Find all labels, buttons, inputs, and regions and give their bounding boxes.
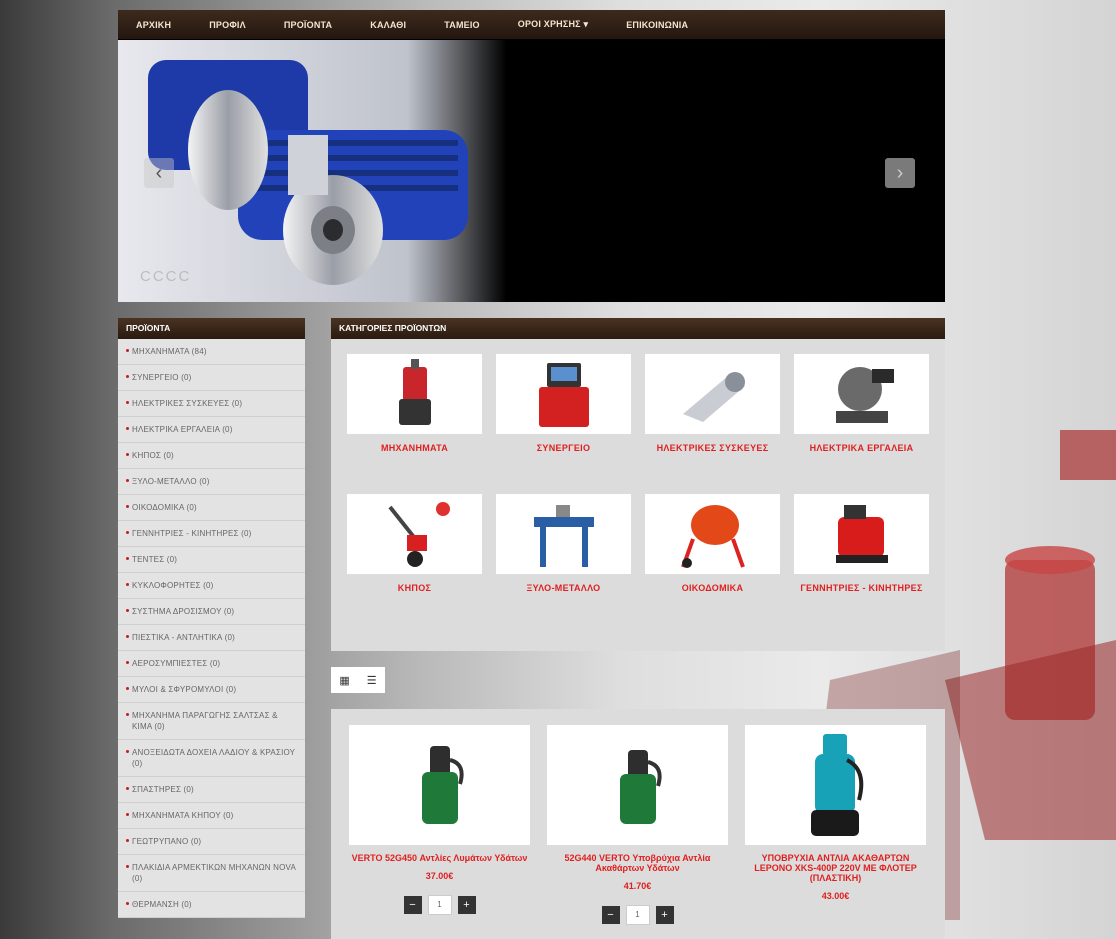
qty-input[interactable]: 1 (427, 895, 452, 915)
qty-plus-button[interactable]: + (457, 896, 476, 914)
category-label: ΗΛΕΚΤΡΙΚΕΣ ΣΥΣΚΕΥΕΣ (656, 443, 769, 453)
category-label: ΗΛΕΚΤΡΙΚΑ ΕΡΓΑΛΕΙΑ (809, 443, 914, 453)
sidebar-item[interactable]: ΑΕΡΟΣΥΜΠΙΕΣΤΕΣ (0) (118, 651, 305, 677)
sidebar-item[interactable]: ΘΕΡΜΑΝΣΗ (0) (118, 892, 305, 918)
sidebar-item[interactable]: ΗΛΕΚΤΡΙΚΑ ΕΡΓΑΛΕΙΑ (0) (118, 417, 305, 443)
sidebar-item[interactable]: ΓΕΩΤΡΥΠΑΝΟ (0) (118, 829, 305, 855)
slider-next-button[interactable]: › (885, 158, 915, 188)
background-pump-graphic (945, 430, 1116, 840)
slider-prev-button[interactable]: ‹ (144, 158, 174, 188)
quantity-stepper: − 1 + (349, 895, 530, 915)
nav-cart[interactable]: ΚΑΛΑΘΙ (370, 20, 406, 30)
category-card-machinery[interactable]: ΜΗΧΑΝΗΜΑΤΑ (347, 354, 482, 454)
category-label: ΟΙΚΟΔΟΜΙΚΑ (681, 583, 744, 593)
sidebar-item[interactable]: ΚΥΚΛΟΦΟΡΗΤΕΣ (0) (118, 573, 305, 599)
sidebar-item[interactable]: ΚΗΠΟΣ (0) (118, 443, 305, 469)
product-price: 37.00€ (425, 871, 454, 881)
category-card-electric-appliances[interactable]: ΗΛΕΚΤΡΙΚΕΣ ΣΥΣΚΕΥΕΣ (645, 354, 780, 454)
nav-profile[interactable]: ΠΡΟΦΙΛ (209, 20, 246, 30)
submersible-pump-icon (421, 746, 464, 824)
main-nav: ΑΡΧΙΚΗ ΠΡΟΦΙΛ ΠΡΟΪΟΝΤΑ ΚΑΛΑΘΙ ΤΑΜΕΙΟ ΟΡΟ… (118, 10, 945, 40)
product-card[interactable]: VERTO 52G450 Αντλίες Λυμάτων Υδάτων 37.0… (349, 725, 530, 915)
sidebar-item[interactable]: ΠΙΕΣΤΙΚΑ - ΑΝΤΛΗΤΙΚΑ (0) (118, 625, 305, 651)
nav-contact[interactable]: ΕΠΙΚΟΙΝΩΝΙΑ (626, 20, 688, 30)
sidebar-item[interactable]: ΞΥΛΟ-ΜΕΤΑΛΛΟ (0) (118, 469, 305, 495)
sidebar-item[interactable]: ΜΗΧΑΝΗΜΑΤΑ ΚΗΠΟΥ (0) (118, 803, 305, 829)
categories-title: ΚΑΤΗΓΟΡΙΕΣ ΠΡΟΪΟΝΤΩΝ (331, 318, 945, 339)
product-name[interactable]: ΥΠΟΒΡΥΧΙΑ ΑΝΤΛΙΑ ΑΚΑΘΑΡΤΩΝ LEPONO XKS-40… (745, 853, 926, 883)
view-toggle: ▦ ☰ (331, 667, 385, 693)
categories-grid: ΜΗΧΑΝΗΜΑΤΑ ΣΥΝΕΡΓΕΙΟ ΗΛΕΚΤΡΙΚΕΣ ΣΥΣΚΕΥΕΣ… (331, 339, 945, 651)
category-card-construction[interactable]: ΟΙΚΟΔΟΜΙΚΑ (645, 494, 780, 594)
hero-slider: CCCC ‹ › (118, 40, 945, 302)
nav-products[interactable]: ΠΡΟΪΟΝΤΑ (284, 20, 332, 30)
sidebar-category-list: ΜΗΧΑΝΗΜΑΤΑ (84) ΣΥΝΕΡΓΕΙΟ (0) ΗΛΕΚΤΡΙΚΕΣ… (118, 339, 305, 918)
quantity-stepper: − 1 + (547, 905, 728, 925)
sidebar-item[interactable]: ΣΠΑΣΤΗΡΕΣ (0) (118, 777, 305, 803)
product-sidebar: ΠΡΟΪΟΝΤΑ ΜΗΧΑΝΗΜΑΤΑ (84) ΣΥΝΕΡΓΕΙΟ (0) Η… (118, 318, 305, 918)
sidebar-item[interactable]: ΣΥΣΤΗΜΑ ΔΡΟΣΙΣΜΟΥ (0) (118, 599, 305, 625)
nav-terms[interactable]: ΟΡΟΙ ΧΡΗΣΗΣ ▾ (518, 19, 588, 30)
wheel-balancer-icon (538, 363, 589, 427)
page-container: ΑΡΧΙΚΗ ΠΡΟΦΙΛ ΠΡΟΪΟΝΤΑ ΚΑΛΑΘΙ ΤΑΜΕΙΟ ΟΡΟ… (118, 10, 945, 939)
sidebar-item[interactable]: ΠΛΑΚΙΔΙΑ ΑΡΜΕΚΤΙΚΩΝ ΜΗΧΑΝΩΝ NOVA (0) (118, 855, 305, 892)
sidebar-item[interactable]: ΑΝΟΞΕΙΔΩΤΑ ΔΟΧΕΙΑ ΛΑΔΙΟΥ & ΚΡΑΣΙΟΥ (0) (118, 740, 305, 777)
category-card-electric-tools[interactable]: ΗΛΕΚΤΡΙΚΑ ΕΡΓΑΛΕΙΑ (794, 354, 929, 454)
cement-mixer-icon (680, 505, 745, 568)
sidebar-title: ΠΡΟΪΟΝΤΑ (118, 318, 305, 339)
product-card[interactable]: 52G440 VERTO Υποβρύχια Αντλία Ακαθάρτων … (547, 725, 728, 925)
sidebar-item[interactable]: ΜΗΧΑΝΗΜΑ ΠΑΡΑΓΩΓΗΣ ΣΑΛΤΣΑΣ & ΚΙΜΑ (0) (118, 703, 305, 740)
sidebar-item[interactable]: ΓΕΝΝΗΤΡΙΕΣ - ΚΙΝΗΤΗΡΕΣ (0) (118, 521, 305, 547)
category-card-generators-engines[interactable]: ΓΕΝΝΗΤΡΙΕΣ - ΚΙΝΗΤΗΡΕΣ (794, 494, 929, 594)
category-card-garden[interactable]: ΚΗΠΟΣ (347, 494, 482, 594)
table-saw-icon (533, 505, 594, 567)
tiller-icon (387, 502, 450, 567)
hero-pump-image (118, 40, 945, 302)
nav-home[interactable]: ΑΡΧΙΚΗ (136, 20, 171, 30)
category-card-wood-metal[interactable]: ΞΥΛΟ-ΜΕΤΑΛΛΟ (496, 494, 631, 594)
product-price: 43.00€ (821, 891, 850, 901)
cutoff-saw-icon (835, 367, 894, 423)
product-price: 41.70€ (623, 881, 652, 891)
product-name[interactable]: VERTO 52G450 Αντλίες Λυμάτων Υδάτων (349, 853, 530, 863)
qty-input[interactable]: 1 (625, 905, 650, 925)
products-panel: VERTO 52G450 Αντλίες Λυμάτων Υδάτων 37.0… (331, 709, 945, 939)
main-content: ΚΑΤΗΓΟΡΙΕΣ ΠΡΟΪΟΝΤΩΝ ΜΗΧΑΝΗΜΑΤΑ ΣΥΝΕΡΓΕΙ… (331, 318, 945, 939)
sidebar-item[interactable]: ΜΥΛΟΙ & ΣΦΥΡΟΜΥΛΟΙ (0) (118, 677, 305, 703)
engine-icon (835, 505, 888, 563)
qty-minus-button[interactable]: − (601, 906, 620, 924)
qty-minus-button[interactable]: − (403, 896, 422, 914)
category-label: ΚΗΠΟΣ (397, 583, 432, 593)
product-card[interactable]: ΥΠΟΒΡΥΧΙΑ ΑΝΤΛΙΑ ΑΚΑΘΑΡΤΩΝ LEPONO XKS-40… (745, 725, 926, 901)
list-view-icon[interactable]: ☰ (367, 674, 377, 687)
category-label: ΓΕΝΝΗΤΡΙΕΣ - ΚΙΝΗΤΗΡΕΣ (800, 583, 923, 593)
sidebar-item[interactable]: ΜΗΧΑΝΗΜΑΤΑ (84) (118, 339, 305, 365)
sidebar-item[interactable]: ΣΥΝΕΡΓΕΙΟ (0) (118, 365, 305, 391)
slider-watermark: CCCC (140, 268, 192, 285)
submersible-pump-icon (810, 734, 863, 836)
sidebar-item[interactable]: ΟΙΚΟΔΟΜΙΚΑ (0) (118, 495, 305, 521)
categories-panel: ΚΑΤΗΓΟΡΙΕΣ ΠΡΟΪΟΝΤΩΝ ΜΗΧΑΝΗΜΑΤΑ ΣΥΝΕΡΓΕΙ… (331, 318, 945, 651)
category-label: ΞΥΛΟ-ΜΕΤΑΛΛΟ (526, 583, 601, 593)
submersible-pump-icon (619, 750, 662, 824)
grid-view-icon[interactable]: ▦ (339, 674, 349, 687)
category-label: ΜΗΧΑΝΗΜΑΤΑ (380, 443, 449, 453)
sidebar-item[interactable]: ΗΛΕΚΤΡΙΚΕΣ ΣΥΣΚΕΥΕΣ (0) (118, 391, 305, 417)
category-card-workshop[interactable]: ΣΥΝΕΡΓΕΙΟ (496, 354, 631, 454)
sidebar-item[interactable]: ΤΕΝΤΕΣ (0) (118, 547, 305, 573)
product-name[interactable]: 52G440 VERTO Υποβρύχια Αντλία Ακαθάρτων … (547, 853, 728, 873)
hand-vacuum-icon (682, 372, 745, 422)
submersible-pump-icon (398, 359, 431, 425)
category-label: ΣΥΝΕΡΓΕΙΟ (536, 443, 591, 453)
qty-plus-button[interactable]: + (655, 906, 674, 924)
nav-checkout[interactable]: ΤΑΜΕΙΟ (444, 20, 480, 30)
